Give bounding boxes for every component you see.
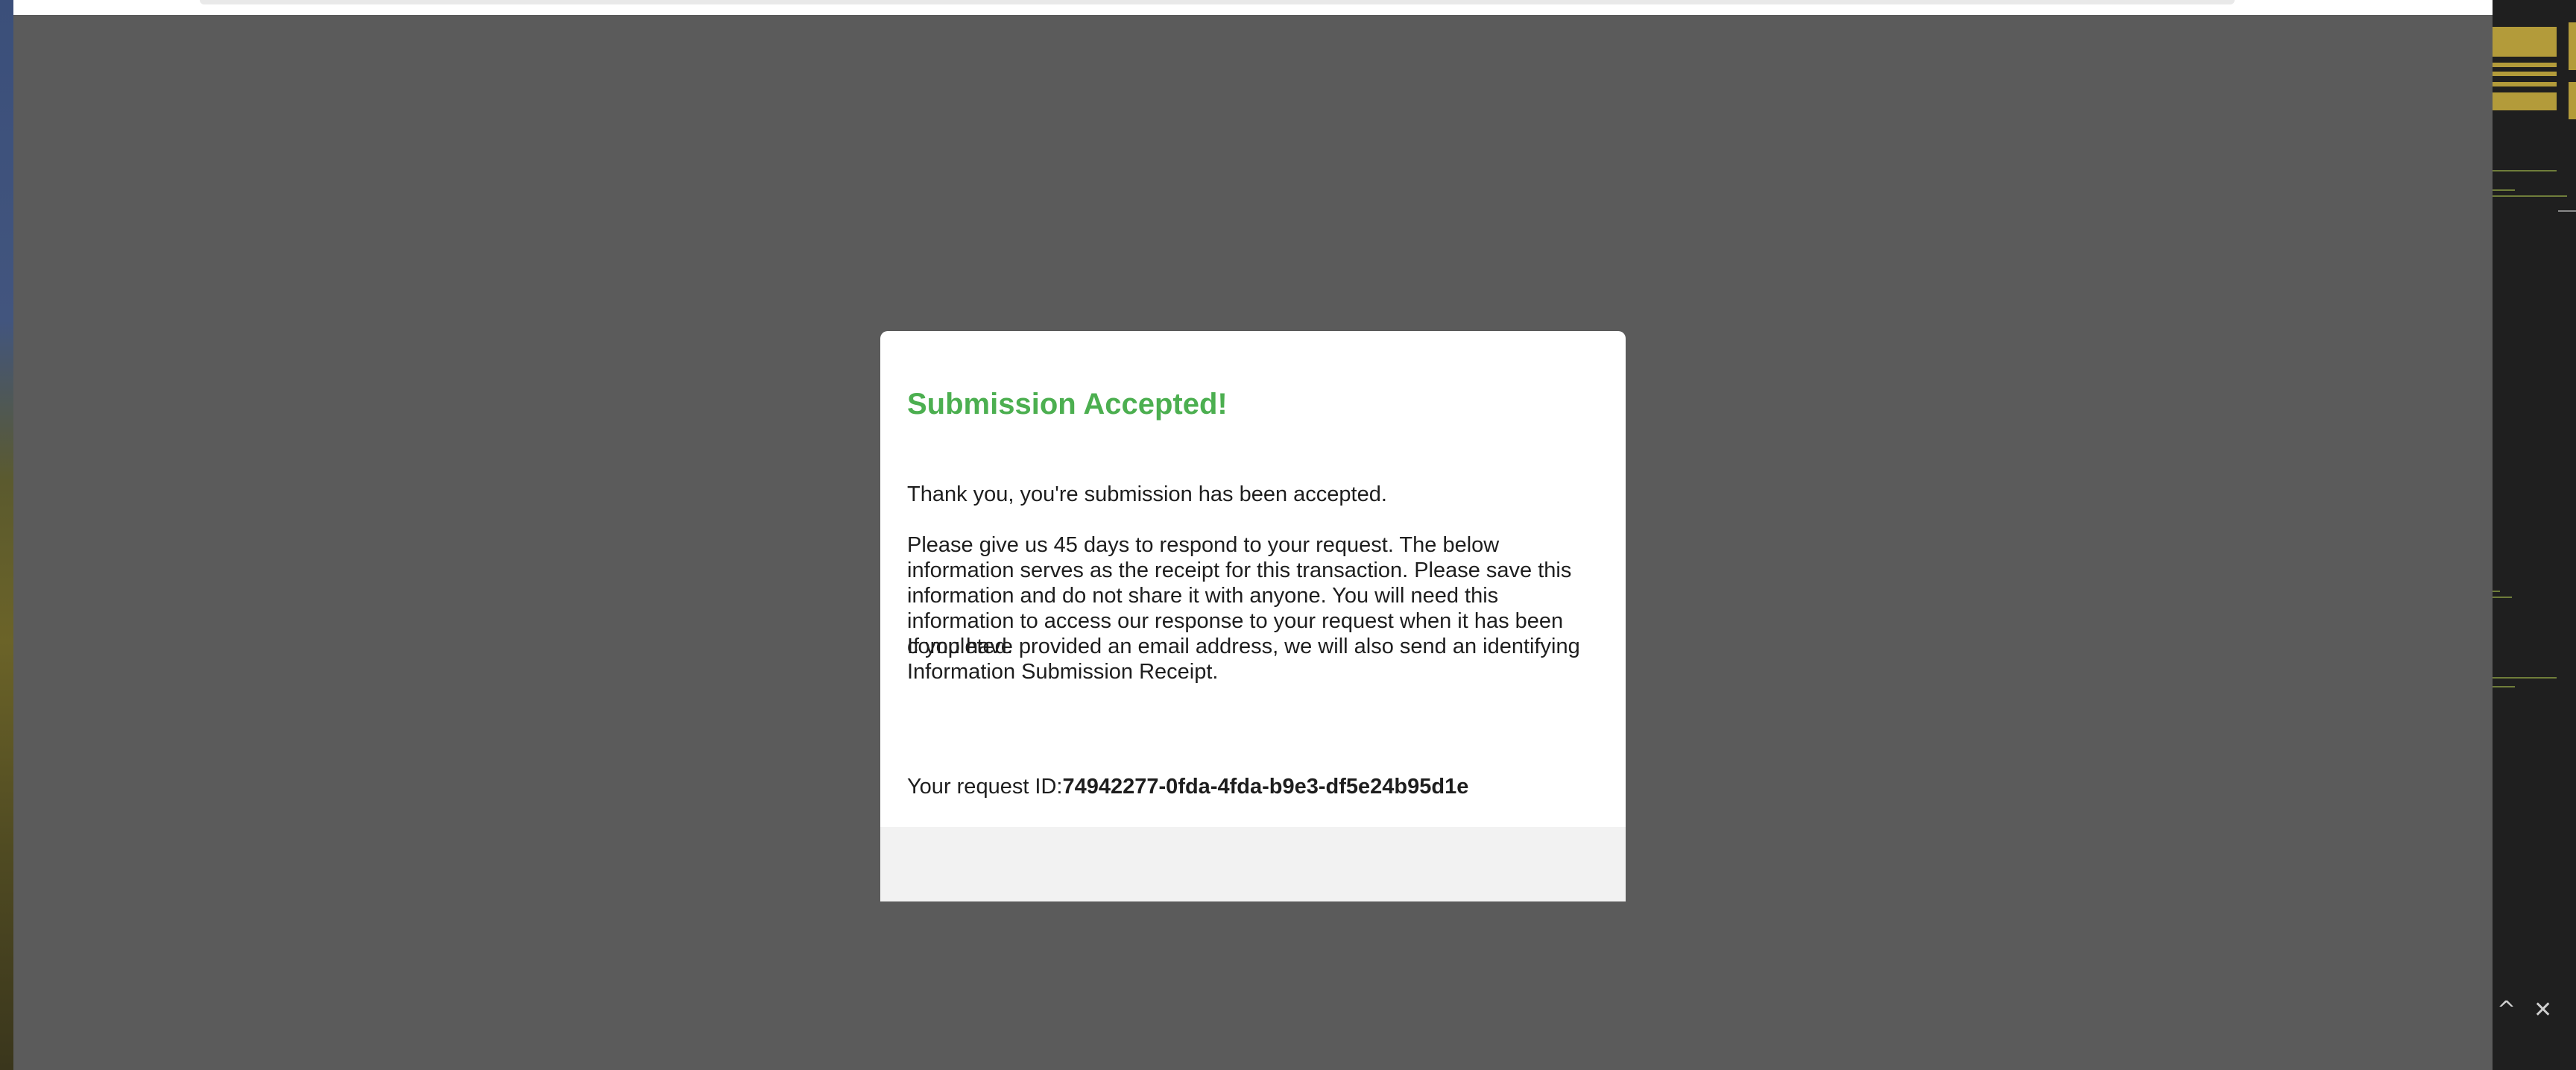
request-id-value: 74942277-0fda-4fda-b9e3-df5e24b95d1e	[1062, 775, 1469, 799]
editor-side-panel: ^ ✕	[2493, 0, 2576, 1070]
minimap-block	[2493, 82, 2557, 86]
minimap-line	[2558, 210, 2576, 212]
minimap-line	[2493, 597, 2512, 598]
chevron-up-icon[interactable]: ^	[2497, 999, 2516, 1022]
minimap-block	[2569, 22, 2576, 70]
confirmation-text: Thank you, you're submission has been ac…	[907, 482, 1387, 506]
minimap-block	[2493, 63, 2557, 67]
minimap-line	[2493, 686, 2515, 687]
submission-modal: Submission Accepted! Thank you, you're s…	[880, 331, 1626, 901]
desktop-wallpaper	[0, 0, 13, 1070]
minimap-block	[2493, 72, 2557, 76]
minimap-block	[2569, 82, 2576, 119]
address-bar[interactable]	[200, 0, 2235, 4]
request-id-label: Your request ID:	[907, 775, 1063, 799]
browser-toolbar	[13, 0, 2493, 15]
email-receipt-text: If you have provided an email address, w…	[907, 635, 1580, 684]
minimap-line	[2493, 195, 2567, 197]
minimap-line	[2493, 591, 2500, 592]
modal-footer	[880, 827, 1626, 901]
minimap-line	[2493, 189, 2515, 191]
minimap-block	[2493, 27, 2557, 57]
minimap-block	[2493, 92, 2557, 110]
close-icon[interactable]: ✕	[2534, 999, 2552, 1022]
minimap-line	[2493, 170, 2557, 171]
request-id-line: Your request ID:74942277-0fda-4fda-b9e3-…	[907, 775, 1468, 799]
minimap-line	[2493, 677, 2557, 679]
modal-title: Submission Accepted!	[907, 388, 1228, 421]
